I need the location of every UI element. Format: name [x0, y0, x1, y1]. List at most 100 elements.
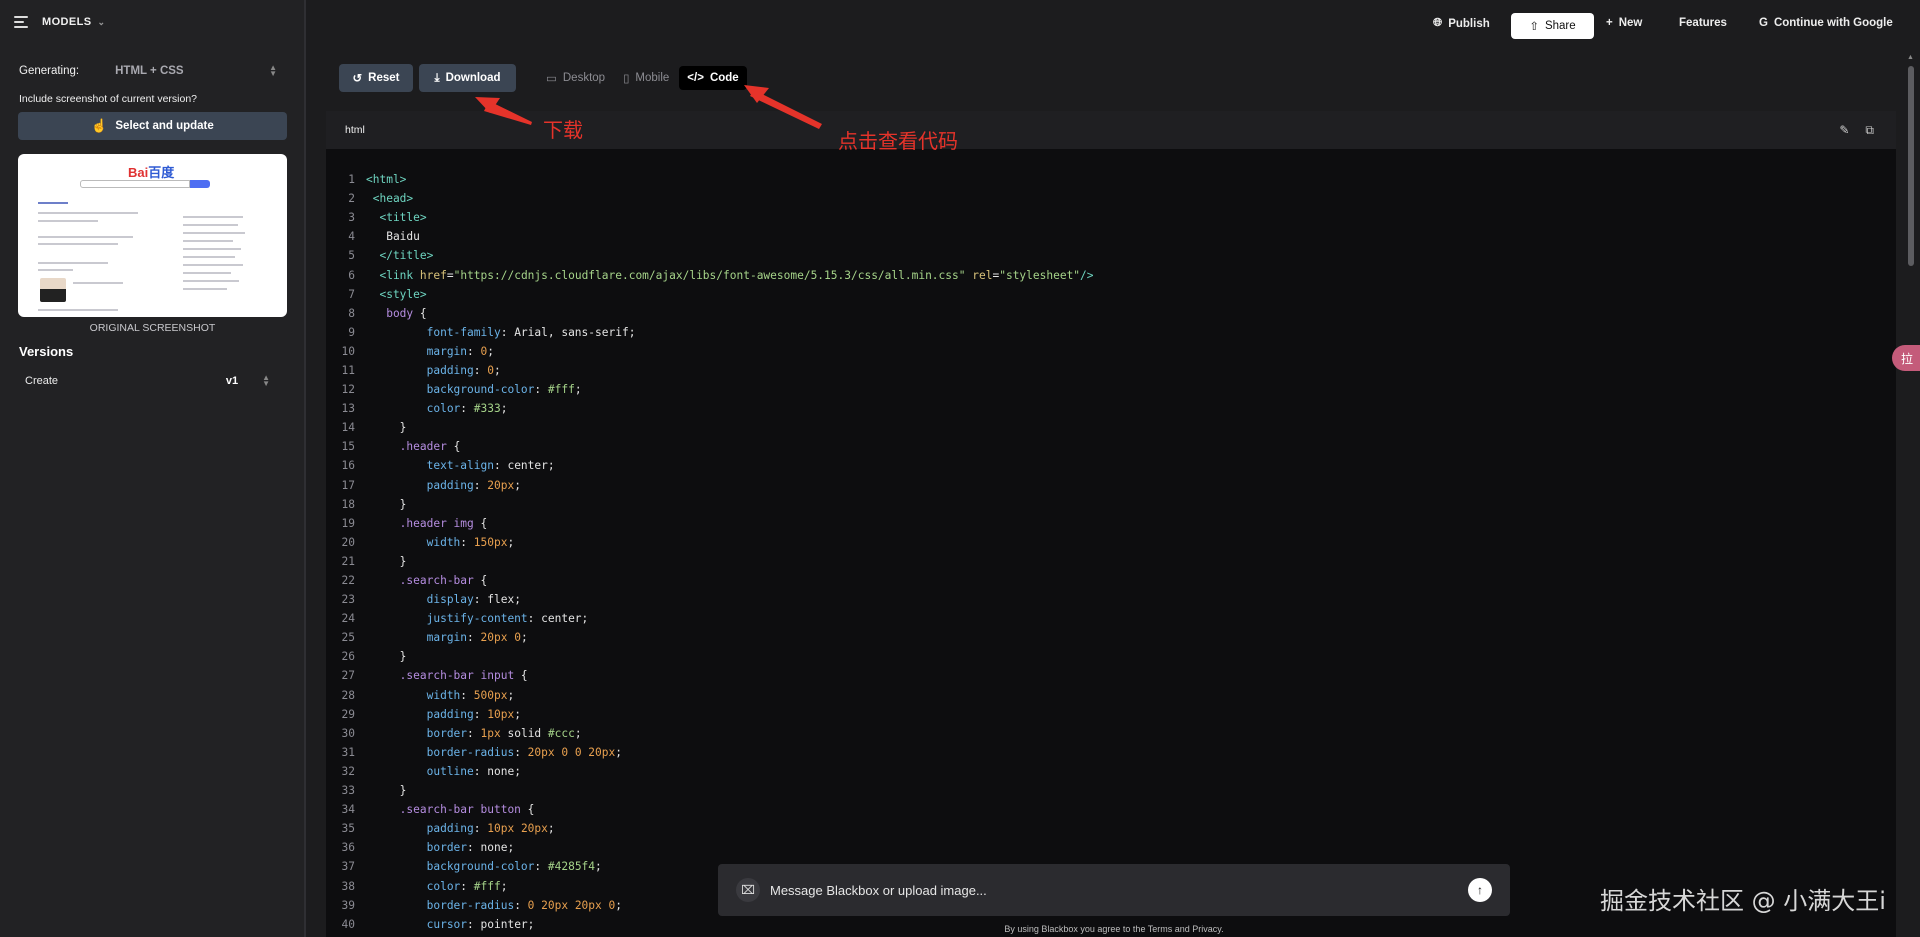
code-token: 20px 0 0 20px: [527, 745, 616, 759]
code-token: border-radius: [366, 745, 515, 759]
code-token: 10px: [487, 707, 515, 721]
code-token: text-align: [366, 459, 494, 473]
code-line: 29 padding: 10px;: [326, 705, 1094, 724]
models-label: MODELS: [42, 16, 92, 28]
code-token: .search-bar input: [366, 669, 521, 683]
line-number: 8: [348, 306, 355, 320]
publish-button[interactable]: 🌐︎ Publish: [1433, 17, 1490, 30]
code-token: .search-bar button: [366, 803, 528, 817]
tab-mobile[interactable]: ▯ Mobile: [615, 66, 677, 90]
code-token: 0: [480, 344, 488, 358]
line-number: 7: [348, 287, 355, 301]
code-panel: html ✎ ⧉ 1 <html> 2 <head> 3 <title> 4 Baidu…: [326, 111, 1896, 937]
code-token: rel: [972, 268, 993, 282]
code-token: body: [366, 306, 420, 320]
features-link[interactable]: Features: [1679, 17, 1727, 29]
code-line: 5 </title>: [326, 246, 1094, 265]
code-token: </title>: [366, 249, 434, 263]
original-screenshot-thumbnail[interactable]: Bai百度: [18, 154, 287, 317]
scrollbar-thumb[interactable]: [1908, 66, 1914, 266]
code-token: =: [992, 268, 1000, 282]
send-arrow-icon[interactable]: ↑: [1468, 878, 1492, 902]
code-token: }: [366, 554, 407, 568]
line-number: 35: [341, 822, 355, 836]
attach-paperclip-icon[interactable]: ⌧: [736, 878, 760, 902]
code-token: : center;: [493, 459, 555, 473]
line-number: 13: [341, 402, 355, 416]
code-token: ;: [514, 478, 521, 492]
tab-code[interactable]: </> Code: [679, 66, 747, 90]
continue-with-google-button[interactable]: G Continue with Google: [1759, 17, 1893, 29]
vertical-scrollbar[interactable]: ▲: [1904, 52, 1916, 937]
download-button[interactable]: ⤓ Download: [419, 64, 516, 92]
code-token: 0: [487, 363, 495, 377]
chat-box: ⌧ Message Blackbox or upload image... ↑: [718, 864, 1510, 916]
code-editor[interactable]: 1 <html> 2 <head> 3 <title> 4 Baidu 5 </title…: [326, 170, 1094, 934]
code-line: 28 width: 500px;: [326, 686, 1094, 705]
code-token: :: [467, 631, 481, 645]
copy-icon[interactable]: ⧉: [1865, 123, 1874, 138]
scroll-up-icon[interactable]: ▲: [1907, 54, 1914, 61]
google-icon: G: [1759, 17, 1768, 29]
code-token: <head>: [366, 192, 414, 206]
code-token: margin: [366, 344, 468, 358]
code-token: Baidu: [366, 230, 420, 244]
line-number: 25: [341, 631, 355, 645]
code-token: {: [419, 306, 427, 320]
code-token: ;: [615, 898, 622, 912]
code-token: />: [1080, 268, 1094, 282]
line-number: 22: [341, 574, 355, 588]
code-line: 23 display: flex;: [326, 590, 1094, 609]
code-line: 4 Baidu: [326, 227, 1094, 246]
line-number: 38: [341, 879, 355, 893]
line-number: 31: [341, 745, 355, 759]
app-root: MODELS ⌄ Generating: HTML + CSS ▲ ▼ Inclu…: [0, 0, 1920, 937]
line-number: 26: [341, 650, 355, 664]
line-number: 3: [348, 211, 355, 225]
line-number: 5: [348, 249, 355, 263]
select-and-update-button[interactable]: ☝ Select and update: [18, 112, 287, 140]
models-dropdown[interactable]: MODELS ⌄: [42, 16, 105, 28]
thumbnail-news-image: [40, 278, 66, 302]
code-token: "stylesheet": [999, 268, 1081, 282]
share-label: Share: [1544, 20, 1576, 32]
code-token: {: [527, 803, 535, 817]
code-token: <style>: [366, 287, 427, 301]
undo-icon: ↺: [352, 73, 363, 85]
monitor-icon: ▭: [546, 73, 557, 85]
code-token: margin: [366, 631, 468, 645]
code-token: : center;: [527, 612, 589, 626]
line-number: 18: [341, 497, 355, 511]
code-line: 11 padding: 0;: [326, 361, 1094, 380]
code-token: :: [460, 402, 474, 416]
line-number: 2: [348, 192, 355, 206]
code-line: 17 padding: 20px;: [326, 476, 1094, 495]
new-label: New: [1618, 17, 1643, 29]
code-token: 500px: [473, 688, 508, 702]
translate-badge[interactable]: 拉: [1892, 345, 1920, 371]
features-label: Features: [1679, 17, 1727, 29]
code-token: :: [460, 535, 474, 549]
code-line: 25 margin: 20px 0;: [326, 628, 1094, 647]
edit-pencil-icon[interactable]: ✎: [1839, 123, 1849, 138]
download-annotation: 下载: [543, 118, 583, 142]
code-token: 0 20px 20px 0: [527, 898, 616, 912]
version-row[interactable]: Create v1 ▲ ▼: [25, 374, 270, 388]
code-line: 1 <html>: [326, 170, 1094, 189]
share-button[interactable]: ⇧ Share: [1511, 13, 1594, 39]
line-number: 21: [341, 554, 355, 568]
new-button[interactable]: + New: [1606, 17, 1642, 29]
code-token: ;: [574, 726, 582, 740]
message-input[interactable]: Message Blackbox or upload image...: [770, 883, 1468, 898]
code-token: 1px: [480, 726, 501, 740]
code-token: : Arial, sans-serif;: [500, 325, 636, 339]
menu-icon[interactable]: [14, 16, 28, 28]
reset-button[interactable]: ↺ Reset: [339, 64, 413, 92]
code-token: :: [514, 898, 528, 912]
code-line: 7 <style>: [326, 285, 1094, 304]
code-line: 13 color: #333;: [326, 399, 1094, 418]
generating-select[interactable]: HTML + CSS: [115, 65, 269, 77]
code-token: .search-bar: [366, 574, 481, 588]
tab-desktop[interactable]: ▭ Desktop: [538, 66, 613, 90]
code-token: :: [514, 745, 528, 759]
